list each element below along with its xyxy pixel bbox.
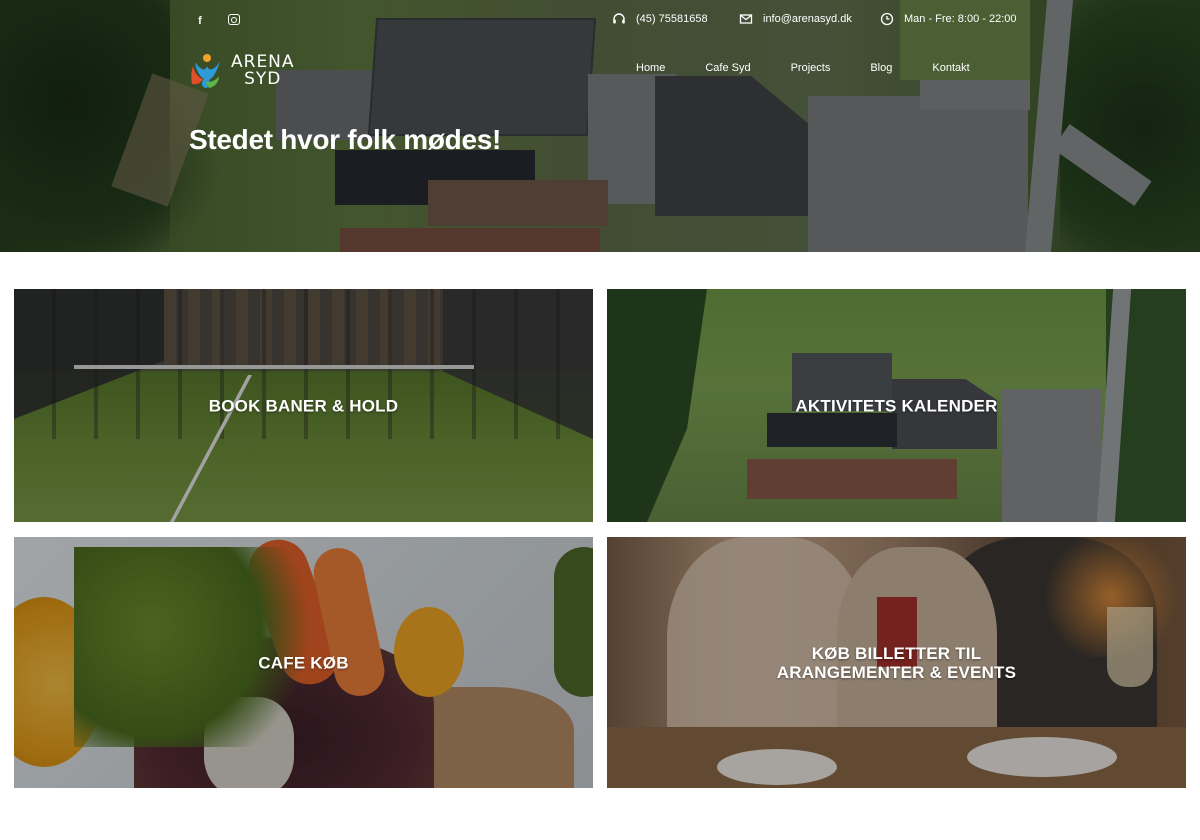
logo-text: ARENA SYD xyxy=(231,54,295,88)
facebook-icon[interactable]: f xyxy=(194,14,206,28)
envelope-icon xyxy=(739,14,753,24)
tile-label: CAFE KØB xyxy=(258,653,349,672)
instagram-icon[interactable] xyxy=(228,14,240,25)
opening-hours: Man - Fre: 8:00 - 22:00 xyxy=(904,13,1017,25)
nav-cafe-syd[interactable]: Cafe Syd xyxy=(705,62,750,74)
logo-line-2: SYD xyxy=(244,69,282,89)
contact-hours: Man - Fre: 8:00 - 22:00 xyxy=(880,12,1017,26)
tile-label: BOOK BANER & HOLD xyxy=(208,396,399,415)
social-links: f xyxy=(194,14,240,28)
nav-blog[interactable]: Blog xyxy=(870,62,892,74)
phone-number: (45) 75581658 xyxy=(636,13,708,25)
clock-icon xyxy=(880,12,894,26)
email-address: info@arenasyd.dk xyxy=(763,13,852,25)
tile-book-baner[interactable]: BOOK BANER & HOLD xyxy=(14,289,593,522)
headset-icon xyxy=(613,13,625,24)
tile-label: AKTIVITETS KALENDER xyxy=(795,396,998,415)
nav-kontakt[interactable]: Kontakt xyxy=(932,62,969,74)
nav-home[interactable]: Home xyxy=(636,62,665,74)
hero-title: Stedet hvor folk mødes! xyxy=(189,124,502,155)
tile-label-line-2: ARANGEMENTER & EVENTS xyxy=(776,662,1017,682)
top-bar: f (45) 75581658 info@arenasyd.dk Man - F… xyxy=(0,0,1200,38)
logo-figure-icon xyxy=(191,54,220,88)
main-nav: Home Cafe Syd Projects Blog Kontakt xyxy=(636,62,970,74)
hero-banner: f (45) 75581658 info@arenasyd.dk Man - F… xyxy=(0,0,1200,252)
tile-kob-billetter[interactable]: KØB BILLETTER TIL ARANGEMENTER & EVENTS xyxy=(607,537,1186,788)
nav-projects[interactable]: Projects xyxy=(791,62,831,74)
tile-label-line-1: KØB BILLETTER TIL xyxy=(811,643,982,663)
tile-aktivitets-kalender[interactable]: AKTIVITETS KALENDER xyxy=(607,289,1186,522)
tile-cafe-kob[interactable]: CAFE KØB xyxy=(14,537,593,788)
contact-email[interactable]: info@arenasyd.dk xyxy=(739,12,852,26)
site-logo[interactable]: ARENA SYD xyxy=(189,52,295,90)
contact-phone[interactable]: (45) 75581658 xyxy=(612,12,708,26)
tile-label: KØB BILLETTER TIL ARANGEMENTER & EVENTS xyxy=(607,644,1186,682)
